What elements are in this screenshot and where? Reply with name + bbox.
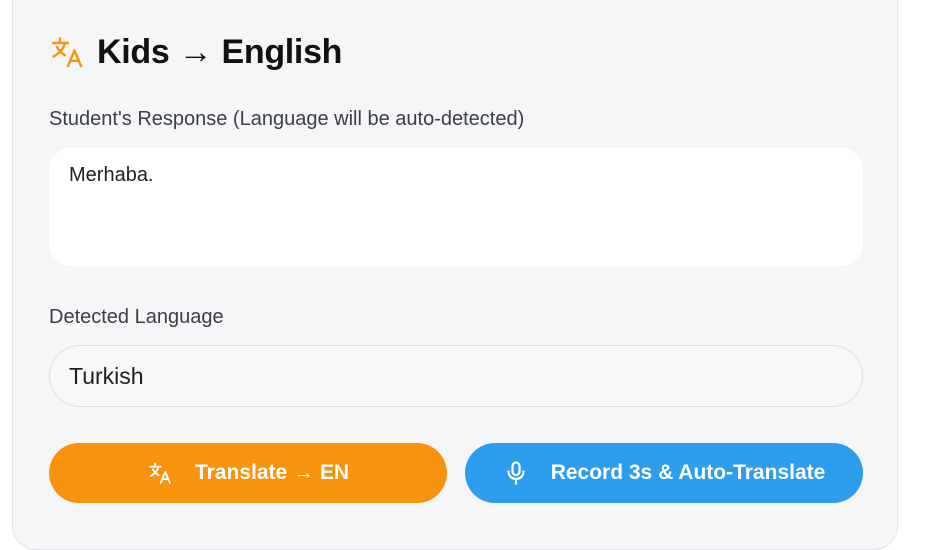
detected-language-label: Detected Language — [49, 306, 224, 328]
record-auto-translate-button[interactable]: Record 3s & Auto-Translate — [465, 443, 863, 503]
microphone-icon — [503, 460, 529, 486]
student-response-textarea[interactable]: Merhaba. — [49, 148, 863, 266]
translate-button-label: Translate → EN — [194, 461, 350, 484]
translate-icon — [147, 460, 173, 486]
card-header: Kids → English — [49, 31, 342, 73]
translate-icon — [49, 34, 85, 70]
translate-button[interactable]: Translate → EN — [49, 443, 447, 503]
response-label: Student's Response (Language will be aut… — [49, 108, 525, 130]
record-button-label: Record 3s & Auto-Translate — [550, 461, 826, 484]
detected-language-field[interactable]: Turkish — [49, 345, 863, 407]
page-title: Kids → English — [97, 33, 343, 71]
